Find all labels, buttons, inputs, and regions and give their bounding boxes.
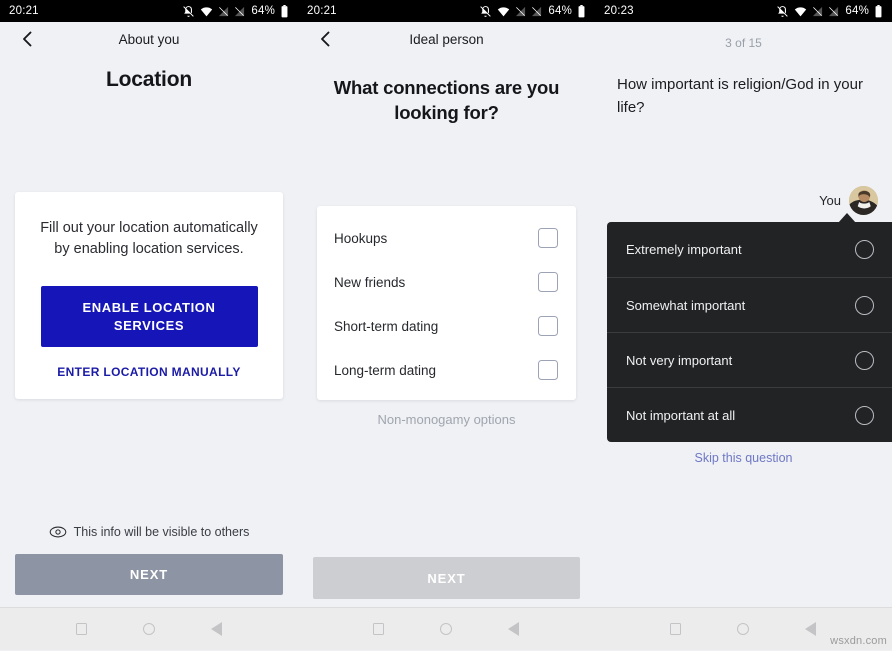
radio-somewhat-important[interactable] <box>855 296 874 315</box>
notifications-off-icon <box>479 5 492 18</box>
status-time: 20:21 <box>9 5 39 17</box>
answer-label: Not very important <box>626 353 732 368</box>
back-triangle-icon[interactable] <box>211 622 222 636</box>
status-time: 20:21 <box>307 5 337 17</box>
you-indicator: You <box>819 186 878 215</box>
signal-off-icon-1 <box>812 5 823 18</box>
battery-icon <box>874 5 883 18</box>
answer-label: Somewhat important <box>626 298 745 313</box>
status-icon-group: 64% <box>182 5 289 18</box>
next-button-screen2[interactable]: NEXT <box>313 557 580 599</box>
home-circle-icon[interactable] <box>737 623 749 635</box>
back-triangle-icon[interactable] <box>805 622 816 636</box>
list-item[interactable]: Not important at all <box>607 387 892 442</box>
nav-group-1 <box>0 608 297 651</box>
back-triangle-icon[interactable] <box>508 622 519 636</box>
screen-location: 20:21 64% About you Location Fill out yo… <box>0 0 298 650</box>
location-card: Fill out your location automatically by … <box>15 192 283 399</box>
radio-not-important-at-all[interactable] <box>855 406 874 425</box>
status-bar-3: 20:23 64% <box>595 0 892 22</box>
status-icon-group: 64% <box>776 5 883 18</box>
list-item[interactable]: Not very important <box>607 332 892 387</box>
visibility-note: This info will be visible to others <box>0 525 298 539</box>
notifications-off-icon <box>182 5 195 18</box>
nav-title: About you <box>12 32 286 47</box>
recents-square-icon[interactable] <box>373 623 384 635</box>
signal-off-icon-2 <box>234 5 245 18</box>
avatar <box>849 186 878 215</box>
option-label: Short-term dating <box>334 319 438 334</box>
question-text: What connections are you looking for? <box>298 76 595 126</box>
screen-religion-question: 20:23 64% 3 of 15 How important is relig… <box>595 0 892 650</box>
list-item[interactable]: Extremely important <box>607 222 892 277</box>
signal-off-icon-1 <box>218 5 229 18</box>
battery-icon <box>577 5 586 18</box>
status-time: 20:23 <box>604 5 634 17</box>
signal-off-icon-2 <box>828 5 839 18</box>
signal-off-icon-2 <box>531 5 542 18</box>
wifi-icon <box>200 5 213 18</box>
battery-percent: 64% <box>251 5 275 17</box>
home-circle-icon[interactable] <box>440 623 452 635</box>
app-bar-2: Ideal person <box>298 22 595 56</box>
eye-icon <box>49 526 67 538</box>
home-circle-icon[interactable] <box>143 623 155 635</box>
android-navigation-bar <box>0 607 892 650</box>
list-item[interactable]: New friends <box>317 260 576 304</box>
notifications-off-icon <box>776 5 789 18</box>
skip-question-link[interactable]: Skip this question <box>595 451 892 465</box>
nav-title: Ideal person <box>310 32 583 47</box>
back-chevron-icon[interactable] <box>18 30 36 48</box>
checkbox-long-term-dating[interactable] <box>538 360 558 380</box>
status-icon-group: 64% <box>479 5 586 18</box>
list-item[interactable]: Short-term dating <box>317 304 576 348</box>
option-label: Hookups <box>334 231 387 246</box>
recents-square-icon[interactable] <box>76 623 87 635</box>
status-bar-2: 20:21 64% <box>298 0 595 22</box>
option-label: New friends <box>334 275 405 290</box>
enable-location-services-button[interactable]: ENABLE LOCATION SERVICES <box>41 286 258 347</box>
watermark: wsxdn.com <box>830 635 887 647</box>
connections-options-card: Hookups New friends Short-term dating Lo… <box>317 206 576 400</box>
back-chevron-icon[interactable] <box>316 30 334 48</box>
checkbox-hookups[interactable] <box>538 228 558 248</box>
checkbox-new-friends[interactable] <box>538 272 558 292</box>
radio-extremely-important[interactable] <box>855 240 874 259</box>
radio-not-very-important[interactable] <box>855 351 874 370</box>
avatar-photo <box>849 186 878 215</box>
enter-location-manually-button[interactable]: ENTER LOCATION MANUALLY <box>35 365 263 379</box>
signal-off-icon-1 <box>515 5 526 18</box>
list-item[interactable]: Long-term dating <box>317 348 576 392</box>
checkbox-short-term-dating[interactable] <box>538 316 558 336</box>
status-bar-1: 20:21 64% <box>0 0 298 22</box>
battery-percent: 64% <box>845 5 869 17</box>
next-button-screen1[interactable]: NEXT <box>15 554 283 595</box>
list-item[interactable]: Somewhat important <box>607 277 892 332</box>
wifi-icon <box>497 5 510 18</box>
visibility-note-text: This info will be visible to others <box>74 525 250 539</box>
wifi-icon <box>794 5 807 18</box>
app-bar-1: About you <box>0 22 298 56</box>
option-label: Long-term dating <box>334 363 436 378</box>
battery-icon <box>280 5 289 18</box>
nav-group-2 <box>297 608 594 651</box>
battery-percent: 64% <box>548 5 572 17</box>
page-title: Location <box>0 68 298 92</box>
three-phone-screenshots: 20:21 64% About you Location Fill out yo… <box>0 0 892 650</box>
list-item[interactable]: Hookups <box>317 216 576 260</box>
answer-label: Not important at all <box>626 408 735 423</box>
question-text: How important is religion/God in your li… <box>595 74 892 119</box>
location-description: Fill out your location automatically by … <box>35 218 263 260</box>
answer-label: Extremely important <box>626 242 742 257</box>
question-progress: 3 of 15 <box>595 36 892 50</box>
recents-square-icon[interactable] <box>670 623 681 635</box>
religion-answer-list: Extremely important Somewhat important N… <box>607 222 892 442</box>
you-label: You <box>819 193 841 208</box>
non-monogamy-options-link[interactable]: Non-monogamy options <box>298 412 595 427</box>
screen-connections: 20:21 64% Ideal person What connections … <box>298 0 595 650</box>
